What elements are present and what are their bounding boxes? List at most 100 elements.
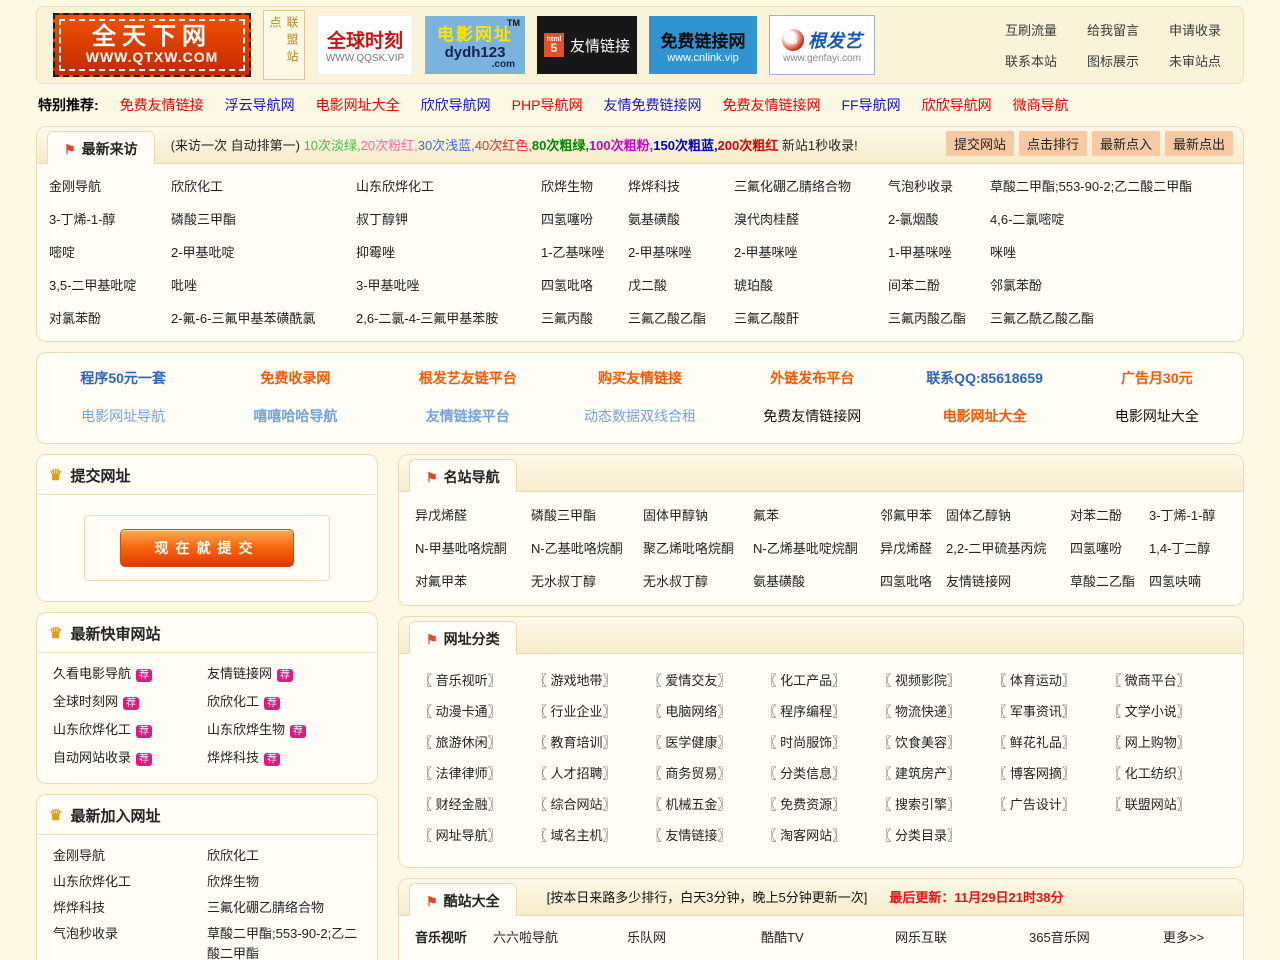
category-link[interactable]: 〖 鲜花礼品〗 bbox=[993, 727, 1108, 758]
visitor-link[interactable]: 2-氯烟酸 bbox=[888, 203, 990, 236]
fast-review-link[interactable]: 山东欣烨化工 bbox=[53, 722, 131, 737]
category-link[interactable]: 〖 微商平台〗 bbox=[1108, 665, 1223, 696]
category-link[interactable]: 〖 人才招聘〗 bbox=[534, 758, 649, 789]
famous-site-link[interactable]: 固体乙醇钠 bbox=[946, 499, 1070, 532]
banner-h5-links[interactable]: html 5 友情链接 bbox=[537, 16, 637, 74]
category-link[interactable]: 〖 财经金融〗 bbox=[419, 789, 534, 820]
visitor-link[interactable]: 间苯二酚 bbox=[888, 269, 990, 302]
category-link[interactable]: 〖 文学小说〗 bbox=[1108, 696, 1223, 727]
visitor-link[interactable]: 气泡秒收录 bbox=[888, 170, 990, 203]
cool-site-link[interactable]: 猪猪影院 bbox=[761, 953, 895, 960]
recommend-link[interactable]: 免费友情链接 bbox=[120, 95, 204, 115]
link-icon-display[interactable]: 图标展示 bbox=[1087, 51, 1139, 70]
category-link[interactable]: 〖 教育培训〗 bbox=[534, 727, 649, 758]
new-site-link[interactable]: 三氟化硼乙腈络合物 bbox=[207, 900, 324, 915]
category-link[interactable]: 〖 动漫卡通〗 bbox=[419, 696, 534, 727]
recommend-link[interactable]: 欣欣导航网 bbox=[922, 95, 992, 115]
click-ranking-button[interactable]: 点击排行 bbox=[1019, 131, 1087, 156]
category-link[interactable]: 〖 物流快递〗 bbox=[878, 696, 993, 727]
visitor-link[interactable]: 三氟丙酸乙酯 bbox=[888, 302, 990, 335]
tab-categories[interactable]: ⚑ 网址分类 bbox=[409, 621, 517, 654]
category-link[interactable]: 〖 电脑网络〗 bbox=[649, 696, 764, 727]
category-link[interactable]: 〖 程序编程〗 bbox=[764, 696, 879, 727]
category-link[interactable]: 〖 分类目录〗 bbox=[878, 820, 993, 851]
submit-site-button[interactable]: 提交网站 bbox=[946, 131, 1014, 156]
visitor-link[interactable]: 叔丁醇钾 bbox=[356, 203, 541, 236]
ad-link[interactable]: 电影网址大全 bbox=[1071, 406, 1243, 426]
visitor-link[interactable]: 2-氟-6-三氟甲基苯磺酰氯 bbox=[171, 302, 356, 335]
category-link[interactable]: 〖 体育运动〗 bbox=[993, 665, 1108, 696]
more-link[interactable]: 更多>> bbox=[1163, 953, 1227, 960]
new-site-link[interactable]: 烨烨科技 bbox=[53, 900, 105, 915]
visitor-link[interactable]: 欣欣化工 bbox=[171, 170, 356, 203]
submit-now-button[interactable]: 现在就提交 bbox=[120, 529, 294, 567]
cool-site-link[interactable]: 365音乐网 bbox=[1029, 922, 1163, 953]
site-logo[interactable]: 全天下网 WWW.QTXW.COM bbox=[53, 13, 251, 77]
category-link[interactable]: 〖 建筑房产〗 bbox=[878, 758, 993, 789]
category-link[interactable]: 〖 域名主机〗 bbox=[534, 820, 649, 851]
category-link[interactable]: 〖 爱情交友〗 bbox=[649, 665, 764, 696]
famous-site-link[interactable]: 无水叔丁醇 bbox=[531, 565, 643, 598]
banner-genfayi[interactable]: G 根发艺 www.genfayi.com bbox=[769, 15, 875, 75]
visitor-link[interactable]: 氨基磺酸 bbox=[628, 203, 734, 236]
new-site-link[interactable]: 山东欣烨化工 bbox=[53, 874, 131, 889]
cool-site-link[interactable]: 六六啦导航 bbox=[493, 922, 627, 953]
fast-review-link[interactable]: 久看电影导航 bbox=[53, 666, 131, 681]
category-link[interactable]: 〖 饮食美容〗 bbox=[878, 727, 993, 758]
cool-site-link[interactable]: 电影网址大全 bbox=[627, 953, 761, 960]
banner-dydh123[interactable]: TM 电影网址 dydh123 .com bbox=[425, 16, 525, 74]
visitor-link[interactable]: 邻氯苯酚 bbox=[990, 269, 1231, 302]
ad-link[interactable]: 联系QQ:85618659 bbox=[898, 368, 1070, 388]
famous-site-link[interactable]: 聚乙烯吡咯烷酮 bbox=[643, 532, 753, 565]
famous-site-link[interactable]: 1,4-丁二醇 bbox=[1149, 532, 1227, 565]
visitor-link[interactable]: 4,6-二氯嘧啶 bbox=[990, 203, 1231, 236]
category-link[interactable]: 〖 化工产品〗 bbox=[764, 665, 879, 696]
ad-link[interactable]: 免费收录网 bbox=[209, 368, 381, 388]
famous-site-link[interactable]: 异戊烯醛 bbox=[880, 532, 946, 565]
visitor-link[interactable]: 3,5-二甲基吡啶 bbox=[49, 269, 171, 302]
famous-site-link[interactable]: 四氢吡咯 bbox=[880, 565, 946, 598]
tab-cool-sites[interactable]: ⚑ 酷站大全 bbox=[409, 883, 517, 916]
ad-link[interactable]: 外链发布平台 bbox=[726, 368, 898, 388]
famous-site-link[interactable]: 氨基磺酸 bbox=[753, 565, 880, 598]
category-link[interactable]: 〖 友情链接〗 bbox=[649, 820, 764, 851]
category-link[interactable]: 〖 搜索引擎〗 bbox=[878, 789, 993, 820]
ad-link[interactable]: 电影网址导航 bbox=[37, 406, 209, 426]
recommend-link[interactable]: 浮云导航网 bbox=[225, 95, 295, 115]
category-link[interactable]: 〖 旅游休闲〗 bbox=[419, 727, 534, 758]
visitor-link[interactable]: 金刚导航 bbox=[49, 170, 171, 203]
famous-site-link[interactable]: 2,2-二甲硫基丙烷 bbox=[946, 532, 1070, 565]
category-link[interactable]: 〖 网址导航〗 bbox=[419, 820, 534, 851]
category-link[interactable]: 〖 军事资讯〗 bbox=[993, 696, 1108, 727]
famous-site-link[interactable]: 邻氟甲苯 bbox=[880, 499, 946, 532]
category-link[interactable]: 〖 淘客网站〗 bbox=[764, 820, 879, 851]
famous-site-link[interactable]: 草酸二乙酯 bbox=[1070, 565, 1149, 598]
famous-site-link[interactable]: N-乙烯基吡啶烷酮 bbox=[753, 532, 880, 565]
fast-review-link[interactable]: 欣欣化工 bbox=[207, 694, 259, 709]
ad-link[interactable]: 根发艺友链平台 bbox=[382, 368, 554, 388]
category-link[interactable]: 〖 联盟网站〗 bbox=[1108, 789, 1223, 820]
visitor-link[interactable]: 2,6-二氯-4-三氟甲基苯胺 bbox=[356, 302, 541, 335]
new-site-link[interactable]: 欣欣化工 bbox=[207, 848, 259, 863]
famous-site-link[interactable]: 固体甲醇钠 bbox=[643, 499, 753, 532]
visitor-link[interactable]: 2-甲基咪唑 bbox=[628, 236, 734, 269]
category-link[interactable]: 〖 游戏地带〗 bbox=[534, 665, 649, 696]
visitor-link[interactable]: 三氟丙酸 bbox=[541, 302, 628, 335]
visitor-link[interactable]: 山东欣烨化工 bbox=[356, 170, 541, 203]
link-contact-site[interactable]: 联系本站 bbox=[1005, 51, 1057, 70]
visitor-link[interactable]: 琥珀酸 bbox=[734, 269, 888, 302]
recommend-link[interactable]: 微商导航 bbox=[1013, 95, 1069, 115]
visitor-link[interactable]: 1-乙基咪唑 bbox=[541, 236, 628, 269]
visitor-link[interactable]: 烨烨科技 bbox=[628, 170, 734, 203]
cool-site-link[interactable]: VIPKU bbox=[1029, 953, 1163, 960]
famous-site-link[interactable]: 对氟甲苯 bbox=[415, 565, 531, 598]
banner-cnlink[interactable]: 免费链接网 www.cnlink.vip bbox=[649, 16, 757, 74]
recommend-link[interactable]: 免费友情链接网 bbox=[722, 95, 820, 115]
visitor-link[interactable]: 1-甲基咪唑 bbox=[888, 236, 990, 269]
visitor-link[interactable]: 2-甲基吡啶 bbox=[171, 236, 356, 269]
ad-link[interactable]: 电影网址大全 bbox=[898, 406, 1070, 426]
category-link[interactable]: 〖 免费资源〗 bbox=[764, 789, 879, 820]
ad-link[interactable]: 购买友情链接 bbox=[554, 368, 726, 388]
visitor-link[interactable]: 吡唑 bbox=[171, 269, 356, 302]
recommend-link[interactable]: PHP导航网 bbox=[512, 95, 583, 115]
